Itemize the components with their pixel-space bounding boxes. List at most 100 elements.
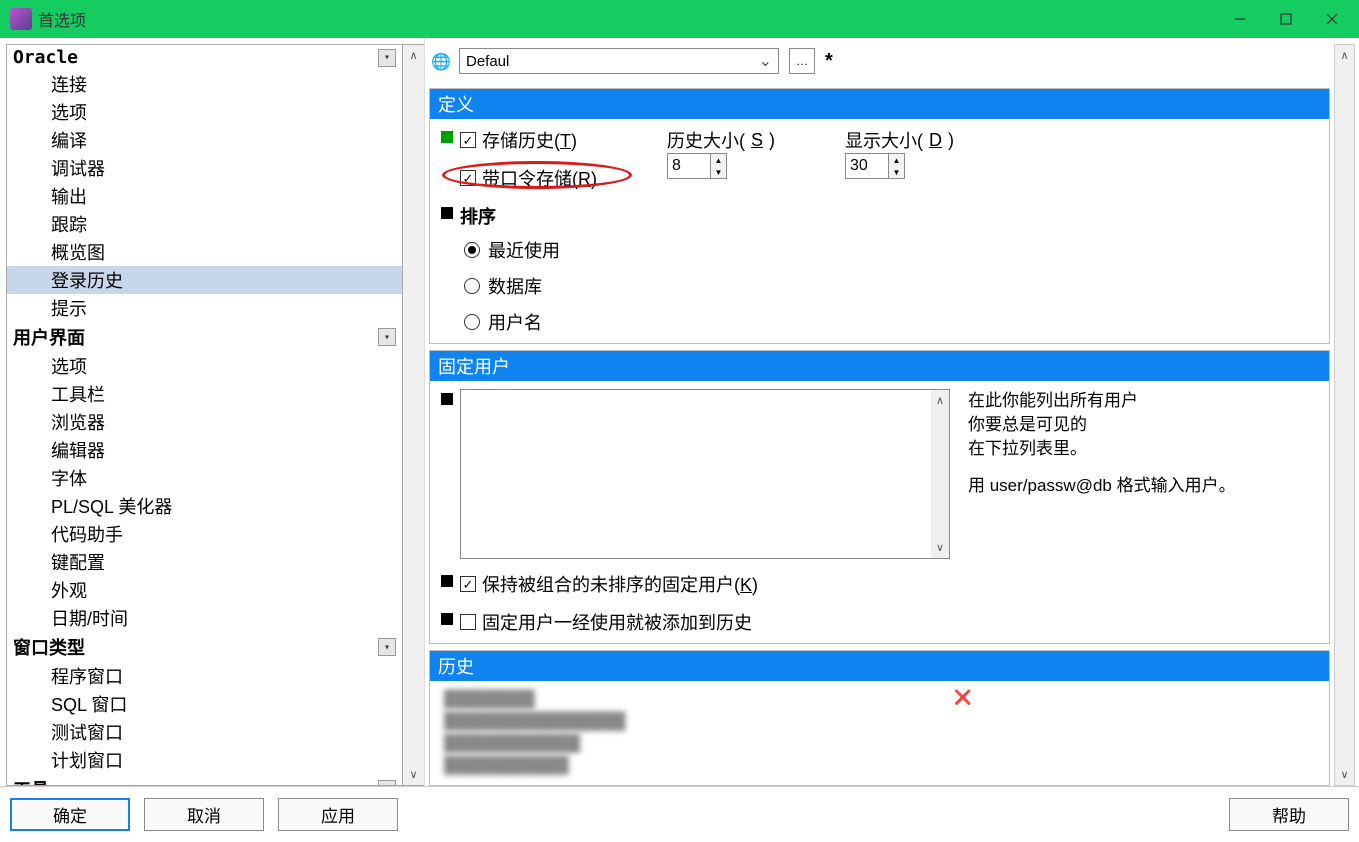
cat-window-types[interactable]: 窗口类型▾ — [7, 632, 402, 662]
sidebar-item[interactable]: 提示 — [7, 294, 402, 322]
cat-tools[interactable]: 工具▾ — [7, 774, 402, 786]
sidebar-item[interactable]: 调试器 — [7, 154, 402, 182]
textarea-scrollbar[interactable]: ∧∨ — [931, 390, 949, 558]
sidebar-item[interactable]: 概览图 — [7, 238, 402, 266]
ok-button[interactable]: 确定 — [10, 798, 130, 831]
profile-combo[interactable]: Defaul — [459, 48, 779, 74]
titlebar: 首选项 — [0, 0, 1359, 38]
checkbox-icon — [460, 170, 476, 186]
spinner-up-icon[interactable]: ▲ — [889, 154, 904, 166]
close-button[interactable] — [1309, 0, 1355, 38]
profile-more-button[interactable]: … — [789, 48, 815, 74]
sidebar-item[interactable]: 测试窗口 — [7, 718, 402, 746]
store-history-checkbox[interactable]: 存储历史(T) — [460, 127, 597, 153]
history-item[interactable]: ███████████ — [444, 755, 934, 777]
add-to-history-checkbox[interactable]: 固定用户一经使用就被添加到历史 — [460, 609, 1317, 635]
scroll-down-icon[interactable]: ∨ — [931, 537, 949, 558]
history-size-input[interactable] — [668, 154, 710, 178]
sort-header: 排序 — [460, 203, 1317, 229]
sidebar-item[interactable]: 选项 — [7, 98, 402, 126]
scroll-down-icon[interactable]: ∨ — [403, 764, 424, 785]
panel-header: 固定用户 — [430, 351, 1329, 381]
panel-history: 历史 ████████ ████████████████ ███████████… — [429, 650, 1330, 786]
minimize-button[interactable] — [1217, 0, 1263, 38]
delete-icon[interactable]: ❌ — [954, 689, 971, 705]
cat-ui[interactable]: 用户界面▾ — [7, 322, 402, 352]
sidebar-scrollbar[interactable]: ∧ ∨ — [403, 44, 424, 786]
history-item[interactable]: ████████████████ — [444, 711, 934, 733]
profile-bar: 🌐 Defaul … * — [429, 44, 1330, 88]
sidebar-item[interactable]: 键配置 — [7, 548, 402, 576]
checkbox-icon — [460, 576, 476, 592]
sidebar-item[interactable]: 计划窗口 — [7, 746, 402, 774]
fixed-users-help: 在此你能列出所有用户 你要总是可见的 在下拉列表里。 用 user/passw@… — [968, 389, 1236, 559]
chevron-down-icon[interactable]: ▾ — [378, 328, 396, 346]
main-scrollbar[interactable]: ∧ ∨ — [1334, 44, 1355, 786]
profile-value: Defaul — [466, 53, 509, 70]
sidebar-item[interactable]: 浏览器 — [7, 408, 402, 436]
spinner-up-icon[interactable]: ▲ — [711, 154, 726, 166]
radio-icon — [464, 314, 480, 330]
cat-oracle[interactable]: Oracle▾ — [7, 45, 402, 70]
panel-fixed-users: 固定用户 ∧∨ — [429, 350, 1330, 644]
sidebar-item[interactable]: 日期/时间 — [7, 604, 402, 632]
checkbox-icon — [460, 614, 476, 630]
chevron-down-icon[interactable]: ▾ — [378, 638, 396, 656]
sidebar-item[interactable]: 编译 — [7, 126, 402, 154]
apply-button[interactable]: 应用 — [278, 798, 398, 831]
sidebar-item[interactable]: 跟踪 — [7, 210, 402, 238]
history-list[interactable]: ████████ ████████████████ ████████████ █… — [444, 689, 934, 777]
marker-icon — [441, 207, 453, 219]
cancel-button[interactable]: 取消 — [144, 798, 264, 831]
sidebar-item[interactable]: 选项 — [7, 352, 402, 380]
modified-marker-icon — [441, 131, 453, 143]
panel-header: 历史 — [430, 651, 1329, 681]
window-title: 首选项 — [38, 7, 86, 31]
maximize-button[interactable] — [1263, 0, 1309, 38]
chevron-down-icon[interactable]: ▾ — [378, 780, 396, 786]
sort-username-radio[interactable]: 用户名 — [464, 309, 1317, 335]
scroll-up-icon[interactable]: ∧ — [931, 390, 949, 411]
display-size-label: 显示大小(D) — [845, 127, 954, 153]
globe-icon: 🌐 — [431, 52, 449, 70]
history-item[interactable]: ████████████ — [444, 733, 934, 755]
history-size-spinner[interactable]: ▲▼ — [667, 153, 727, 179]
history-item[interactable]: ████████ — [444, 689, 934, 711]
scroll-down-icon[interactable]: ∨ — [1335, 764, 1354, 785]
display-size-spinner[interactable]: ▲▼ — [845, 153, 905, 179]
sidebar-item[interactable]: 代码助手 — [7, 520, 402, 548]
radio-icon — [464, 278, 480, 294]
sort-database-radio[interactable]: 数据库 — [464, 273, 1317, 299]
spinner-down-icon[interactable]: ▼ — [889, 166, 904, 178]
radio-icon — [464, 242, 480, 258]
panel-definition: 定义 存储历史(T) 带口令存储(R) — [429, 88, 1330, 344]
checkbox-icon — [460, 132, 476, 148]
sidebar-item[interactable]: 工具栏 — [7, 380, 402, 408]
marker-icon — [441, 575, 453, 587]
sidebar-item[interactable]: 输出 — [7, 182, 402, 210]
modified-indicator: * — [825, 50, 833, 73]
sidebar-item[interactable]: 连接 — [7, 70, 402, 98]
app-icon — [10, 8, 32, 30]
display-size-input[interactable] — [846, 154, 888, 178]
scroll-up-icon[interactable]: ∧ — [403, 45, 424, 66]
sidebar-item[interactable]: 程序窗口 — [7, 662, 402, 690]
sidebar-item[interactable]: 字体 — [7, 464, 402, 492]
footer: 确定 取消 应用 帮助 — [0, 786, 1359, 842]
fixed-users-textarea[interactable]: ∧∨ — [460, 389, 950, 559]
sidebar-item[interactable]: SQL 窗口 — [7, 690, 402, 718]
help-button[interactable]: 帮助 — [1229, 798, 1349, 831]
store-password-checkbox[interactable]: 带口令存储(R) — [460, 165, 597, 191]
sidebar-item[interactable]: PL/SQL 美化器 — [7, 492, 402, 520]
scroll-up-icon[interactable]: ∧ — [1335, 45, 1354, 66]
sort-recent-radio[interactable]: 最近使用 — [464, 237, 1317, 263]
sidebar-item[interactable]: 外观 — [7, 576, 402, 604]
keep-unsorted-checkbox[interactable]: 保持被组合的未排序的固定用户(K) — [460, 571, 1317, 597]
sidebar-item[interactable]: 编辑器 — [7, 436, 402, 464]
category-tree[interactable]: Oracle▾ 连接 选项 编译 调试器 输出 跟踪 概览图 登录历史 提示 用… — [6, 44, 403, 786]
marker-icon — [441, 613, 453, 625]
sidebar-item-login-history[interactable]: 登录历史 — [7, 266, 402, 294]
spinner-down-icon[interactable]: ▼ — [711, 166, 726, 178]
history-size-label: 历史大小(S) — [667, 127, 775, 153]
chevron-down-icon[interactable]: ▾ — [378, 49, 396, 67]
